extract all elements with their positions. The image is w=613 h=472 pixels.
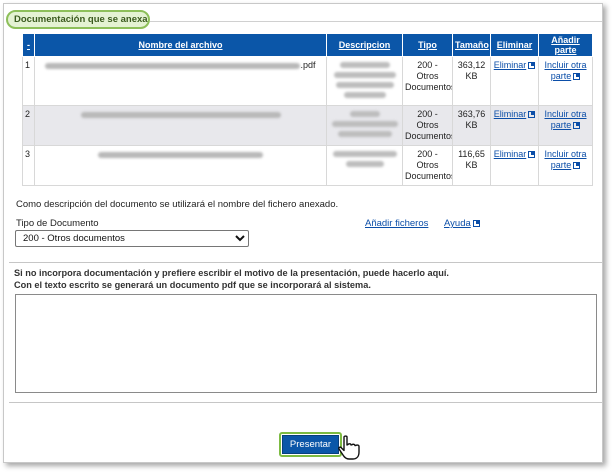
redacted-file-name xyxy=(98,151,263,158)
table-row: 2 200 - Otros Documentos 363,76 KB Elimi… xyxy=(22,105,593,146)
file-name-cell xyxy=(34,145,327,186)
external-link-icon xyxy=(528,151,536,159)
file-name-cell: .pdf xyxy=(34,56,327,106)
delete-link[interactable]: Eliminar xyxy=(494,109,527,119)
delete-cell: Eliminar xyxy=(490,56,539,106)
row-index: 3 xyxy=(22,145,35,186)
redacted-file-name xyxy=(45,62,301,69)
col-header-index: - xyxy=(22,33,35,57)
col-header-name[interactable]: Nombre del archivo xyxy=(34,33,327,57)
divider xyxy=(9,402,602,403)
instructions: Si no incorpora documentación y prefiere… xyxy=(14,268,449,291)
file-extension: .pdf xyxy=(300,60,316,70)
row-index: 2 xyxy=(22,105,35,146)
description-note: Como descripción del documento se utiliz… xyxy=(16,199,339,210)
type-cell: 200 - Otros Documentos xyxy=(402,56,453,106)
external-link-icon xyxy=(573,122,581,130)
add-files-link[interactable]: Añadir ficheros xyxy=(365,218,428,229)
col-header-type[interactable]: Tipo xyxy=(402,33,453,57)
table-row: 3 200 - Otros Documentos 116,65 KB Elimi… xyxy=(22,145,593,186)
table-row: 1 .pdf 200 - Otros Documentos 363,12 KB … xyxy=(22,56,593,106)
submit-button[interactable]: Presentar xyxy=(282,435,339,454)
instructions-line-1: Si no incorpora documentación y prefiere… xyxy=(14,268,449,278)
doc-type-label: Tipo de Documento xyxy=(16,218,99,229)
external-link-icon xyxy=(573,73,581,81)
motivo-textarea[interactable] xyxy=(15,294,597,393)
include-cell: Incluir otra parte xyxy=(538,105,593,146)
divider xyxy=(9,262,602,263)
col-header-size[interactable]: Tamaño xyxy=(452,33,491,57)
delete-cell: Eliminar xyxy=(490,105,539,146)
help-link[interactable]: Ayuda xyxy=(444,218,471,229)
section-title: Documentación que se anexa xyxy=(6,10,150,29)
redacted-file-name xyxy=(80,111,281,118)
file-name-cell xyxy=(34,105,327,146)
description-cell xyxy=(326,56,403,106)
size-cell: 363,76 KB xyxy=(452,105,491,146)
include-cell: Incluir otra parte xyxy=(538,56,593,106)
description-cell xyxy=(326,145,403,186)
external-link-icon xyxy=(528,111,536,119)
attachments-table: - Nombre del archivo Descripcion Tipo Ta… xyxy=(22,33,593,186)
submit-button-highlight: Presentar xyxy=(279,432,342,457)
col-header-add-part[interactable]: Añadir parte xyxy=(538,33,593,57)
type-cell: 200 - Otros Documentos xyxy=(402,145,453,186)
size-cell: 363,12 KB xyxy=(452,56,491,106)
external-link-icon xyxy=(573,162,581,170)
external-link-icon xyxy=(528,62,536,70)
doc-type-select[interactable]: 200 - Otros documentos xyxy=(15,230,249,247)
col-header-delete[interactable]: Eliminar xyxy=(490,33,539,57)
delete-cell: Eliminar xyxy=(490,145,539,186)
hand-pointer-icon xyxy=(338,435,360,460)
delete-link[interactable]: Eliminar xyxy=(494,60,527,70)
table-header-row: - Nombre del archivo Descripcion Tipo Ta… xyxy=(22,33,593,57)
description-cell xyxy=(326,105,403,146)
row-index: 1 xyxy=(22,56,35,106)
delete-link[interactable]: Eliminar xyxy=(494,149,527,159)
type-cell: 200 - Otros Documentos xyxy=(402,105,453,146)
section-divider xyxy=(150,21,602,22)
instructions-line-2: Con el texto escrito se generará un docu… xyxy=(14,279,371,290)
external-link-icon xyxy=(472,219,480,227)
size-cell: 116,65 KB xyxy=(452,145,491,186)
form-panel: Documentación que se anexa - Nombre del … xyxy=(3,3,603,463)
col-header-description[interactable]: Descripcion xyxy=(326,33,403,57)
include-cell: Incluir otra parte xyxy=(538,145,593,186)
help-link-wrap: Ayuda xyxy=(444,218,480,229)
